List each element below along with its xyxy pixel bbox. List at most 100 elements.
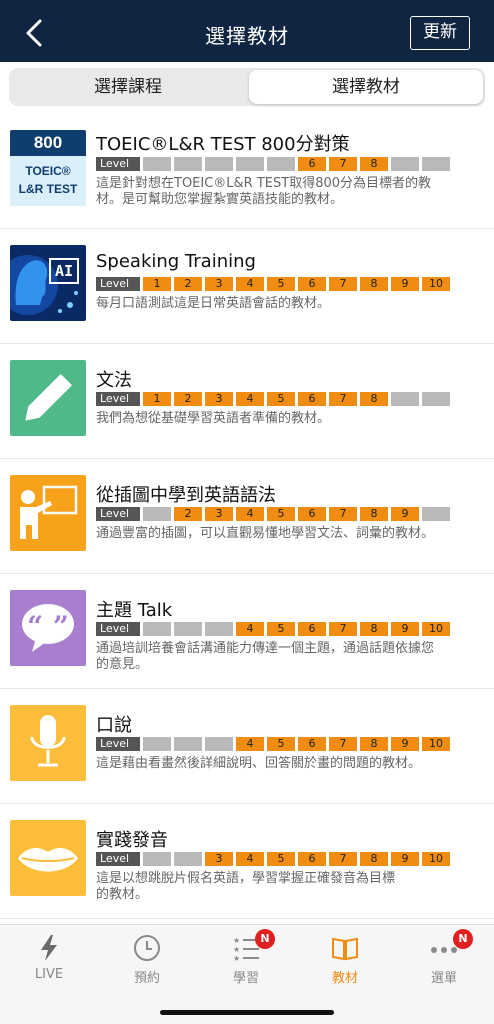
nav-label: 預約 [133,971,160,986]
nav-materials[interactable]: 教材 [296,925,394,991]
level-tag: Level [96,277,140,291]
level-cell-9: 9 [391,622,419,636]
level-cell-4: 4 [236,277,264,291]
material-title: Speaking Training [96,251,256,272]
material-description: 這是針對想在TOEIC®L&R TEST取得800分為目標者的教 材。是可幫助您掌… [96,176,480,208]
level-cell-3 [205,157,233,171]
lightning-icon [41,935,57,961]
tab-select-course[interactable]: 選擇課程 [11,70,245,104]
level-bar: Level 4 5 6 7 8 9 10 [96,737,453,751]
level-cell-4 [236,157,264,171]
level-tag: Level [96,392,140,406]
level-bar: Level 4 5 6 7 8 9 10 [96,622,453,636]
level-cell-5: 5 [267,622,295,636]
level-cell-4: 4 [236,737,264,751]
material-description: 我們為想從基礎學習英語者準備的教材。 [96,411,480,427]
level-cell-2: 2 [174,277,202,291]
level-cell-9 [391,157,419,171]
material-title: 文法 [96,370,132,391]
level-cell-3: 3 [205,507,233,521]
toeic-800-icon: 800 TOEIC® L&R TEST [10,130,86,206]
level-cell-10: 10 [422,737,450,751]
level-cell-9 [391,392,419,406]
material-title: 從插圖中學到英語語法 [96,485,276,506]
svg-text:★: ★ [233,936,240,945]
material-description: 這是藉由看畫然後詳細說明、回答關於畫的問題的教材。 [96,756,480,772]
nav-live[interactable]: LIVE [0,925,98,991]
description-line: 通過豐富的插圖，可以直觀易懂地學習文法、詞彙的教材。 [96,526,435,541]
level-cell-10: 10 [422,622,450,636]
material-item[interactable]: “ ” 主題 Talk Level 4 5 6 7 8 9 10 通過培訓培養會話溝通能力傳達一個主… [0,574,494,689]
material-item[interactable]: 文法 Level 1 2 3 4 5 6 7 8 我們為想從基礎學習英語者準備的教材。 [0,344,494,459]
material-item[interactable]: 實踐發音 Level 3 4 5 6 7 8 9 10 這是以想跳脫片假名英語，學習掌握正確發音為目… [0,804,494,919]
level-cell-9: 9 [391,277,419,291]
level-cell-1: 1 [143,277,171,291]
svg-text:“ ”: “ ” [27,610,69,643]
material-title: 主題 Talk [96,600,173,621]
level-cell-6: 6 [298,737,326,751]
material-item[interactable]: AI Speaking Training Level 1 2 3 4 5 6 7 8 9 10 每月口語測… [0,229,494,344]
level-bar: Level 1 2 3 4 5 6 7 8 9 10 [96,277,453,291]
nav-study[interactable]: ★ ★ ★ N 學習 [197,925,295,991]
level-tag: Level [96,852,140,866]
material-item[interactable]: 口說 Level 4 5 6 7 8 9 10 這是藉由看畫然後詳細說明、回答關於畫的問題的教材。 [0,689,494,804]
description-line: 這是藉由看畫然後詳細說明、回答關於畫的問題的教材。 [96,756,422,771]
level-cell-6: 6 [298,392,326,406]
material-item[interactable]: 從插圖中學到英語語法 Level 2 3 4 5 6 7 8 9 通過豐富的插圖，可以直觀易懂地學習… [0,459,494,574]
open-book-icon [332,937,358,961]
bottom-tab-bar: LIVE 預約 ★ ★ ★ N 學習 教材 N 選單 [0,924,494,1024]
level-cell-6: 6 [298,157,326,171]
clock-icon [134,935,160,961]
nav-label: 學習 [232,971,259,986]
description-line: 這是針對想在TOEIC®L&R TEST取得800分為目標者的教 [96,176,432,191]
level-cell-8: 8 [360,852,388,866]
notification-badge: N [255,929,275,949]
nav-reservation[interactable]: 預約 [98,925,196,991]
level-cell-5: 5 [267,277,295,291]
level-cell-8: 8 [360,157,388,171]
level-cell-5: 5 [267,392,295,406]
level-cell-2 [174,622,202,636]
level-cell-6: 6 [298,622,326,636]
nav-menu[interactable]: N 選單 [395,925,493,991]
material-item[interactable]: 800 TOEIC® L&R TEST TOEIC®L&R TEST 800分對策 Le… [0,114,494,229]
level-cell-4: 4 [236,507,264,521]
level-tag: Level [96,157,140,171]
description-line: 的教材。 [96,887,149,902]
level-cell-10: 10 [422,852,450,866]
teacher-board-icon [10,475,86,551]
level-cell-4: 4 [236,852,264,866]
level-cell-3 [205,622,233,636]
svg-text:★: ★ [233,954,240,963]
level-bar: Level 6 7 8 [96,157,453,171]
level-cell-1 [143,507,171,521]
level-cell-10 [422,507,450,521]
level-cell-2 [174,852,202,866]
update-button[interactable]: 更新 [410,16,470,50]
level-cell-4: 4 [236,622,264,636]
level-cell-1 [143,852,171,866]
level-cell-6: 6 [298,852,326,866]
level-cell-3: 3 [205,392,233,406]
level-cell-1: 1 [143,392,171,406]
level-cell-1 [143,157,171,171]
thumb-text: L&R TEST [18,182,78,196]
level-cell-7: 7 [329,852,357,866]
tab-select-material[interactable]: 選擇教材 [249,70,483,104]
svg-text:★: ★ [233,945,240,954]
level-cell-10 [422,157,450,171]
description-line: 我們為想從基礎學習英語者準備的教材。 [96,411,331,426]
lips-icon [10,820,86,896]
thumb-text: TOEIC® [25,164,71,178]
level-cell-8: 8 [360,392,388,406]
level-cell-7: 7 [329,622,357,636]
level-cell-7: 7 [329,157,357,171]
nav-label: 教材 [331,971,358,986]
level-cell-4: 4 [236,392,264,406]
level-cell-9: 9 [391,737,419,751]
description-line: 材。是可幫助您掌握紮實英語技能的教材。 [96,192,344,207]
level-cell-5: 5 [267,852,295,866]
material-description: 這是以想跳脫片假名英語，學習掌握正確發音為目標 的教材。 [96,871,480,903]
level-bar: Level 1 2 3 4 5 6 7 8 [96,392,453,406]
ai-head-icon: AI [10,245,86,321]
